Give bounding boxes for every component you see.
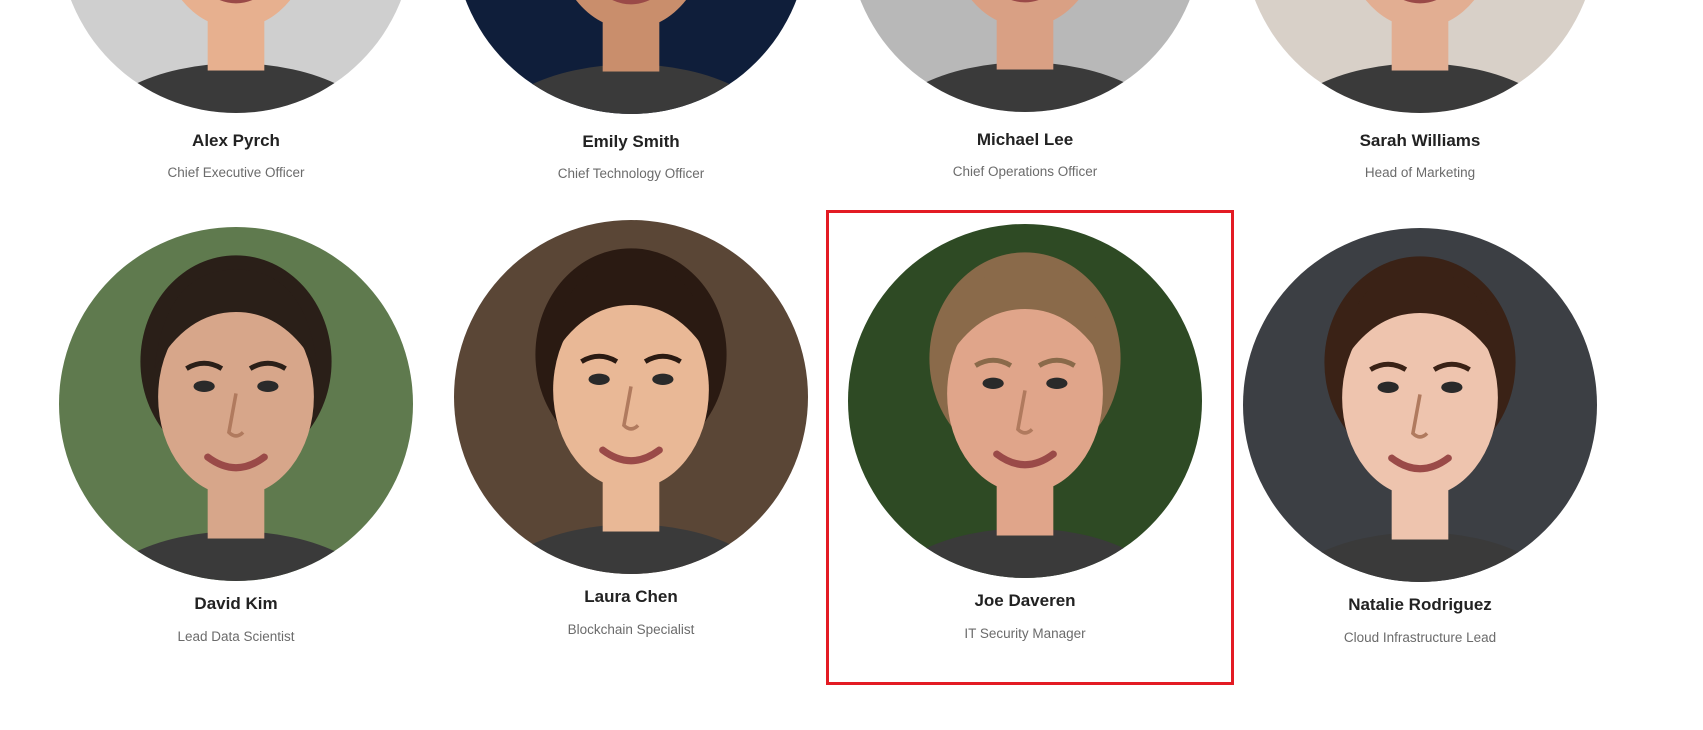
person-photo-icon [59,227,413,581]
team-member-card[interactable]: Joe Daveren IT Security Manager [828,0,1222,730]
member-role: Blockchain Specialist [567,622,695,637]
member-avatar[interactable] [848,224,1202,578]
team-member-card[interactable]: Natalie Rodriguez Cloud Infrastructure Le… [1223,0,1617,730]
team-member-card[interactable]: Laura Chen Blockchain Specialist [434,0,828,730]
person-photo-icon [1243,228,1597,582]
team-grid: Alex Pyrch Chief Executive Officer Emily S… [0,0,1703,730]
member-name: Laura Chen [584,587,678,606]
person-photo-icon [848,224,1202,578]
member-role: IT Security Manager [964,626,1086,641]
member-name: David Kim [194,594,278,613]
member-name: Joe Daveren [974,591,1076,610]
member-name: Natalie Rodriguez [1348,595,1492,614]
member-avatar[interactable] [1243,228,1597,582]
member-avatar[interactable] [454,220,808,574]
member-role: Cloud Infrastructure Lead [1343,630,1497,645]
member-role: Lead Data Scientist [177,629,295,644]
person-photo-icon [454,220,808,574]
member-avatar[interactable] [59,227,413,581]
team-member-card[interactable]: David Kim Lead Data Scientist [39,0,433,730]
